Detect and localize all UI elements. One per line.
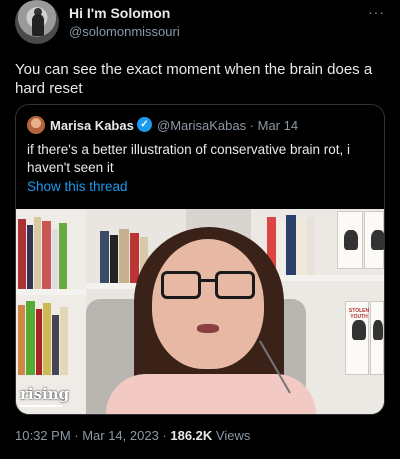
book-cover bbox=[337, 211, 363, 269]
tweet-text: You can see the exact moment when the br… bbox=[15, 61, 373, 97]
author-display-name[interactable]: Hi I'm Solomon bbox=[69, 5, 170, 21]
more-options-icon[interactable]: ··· bbox=[368, 4, 385, 20]
book-cover bbox=[364, 211, 384, 269]
author-handle[interactable]: @solomonmissouri bbox=[69, 24, 180, 39]
quoted-video-media[interactable]: STOLEN YOUTH rising bbox=[16, 209, 384, 414]
watermark-underline bbox=[20, 405, 62, 407]
quoted-tweet-text: if there's a better illustration of cons… bbox=[27, 142, 350, 175]
tweet-header: Hi I'm Solomon @solomonmissouri ··· bbox=[15, 0, 385, 48]
quoted-author-name[interactable]: Marisa Kabas bbox=[50, 118, 134, 133]
book-cover: STOLEN YOUTH bbox=[345, 301, 369, 375]
quoted-tweet[interactable]: Marisa Kabas ✓ @MarisaKabas · Mar 14 if … bbox=[15, 104, 385, 415]
quoted-author-avatar[interactable] bbox=[27, 116, 45, 134]
rising-watermark-logo: rising bbox=[20, 385, 70, 403]
mouth-shape bbox=[197, 324, 219, 333]
book-cover bbox=[370, 301, 384, 375]
quoted-author-handle-date: @MarisaKabas · Mar 14 bbox=[157, 118, 299, 133]
shelf-board bbox=[16, 289, 86, 295]
views-count: 186.2K bbox=[170, 428, 213, 443]
glasses-shape bbox=[161, 271, 256, 301]
books-row bbox=[18, 301, 69, 375]
face-shape bbox=[152, 239, 264, 369]
verified-badge-icon: ✓ bbox=[137, 117, 152, 132]
show-thread-link[interactable]: Show this thread bbox=[27, 179, 128, 194]
author-avatar[interactable] bbox=[15, 0, 59, 44]
views-label: Views bbox=[212, 428, 251, 443]
shirt-shape bbox=[106, 374, 316, 414]
tweet-timestamp[interactable]: 10:32 PM · Mar 14, 2023 · bbox=[15, 428, 170, 443]
avatar-figure-shape bbox=[32, 14, 44, 36]
tweet-meta: 10:32 PM · Mar 14, 2023 · 186.2K Views bbox=[15, 428, 250, 443]
books-row bbox=[18, 217, 68, 289]
